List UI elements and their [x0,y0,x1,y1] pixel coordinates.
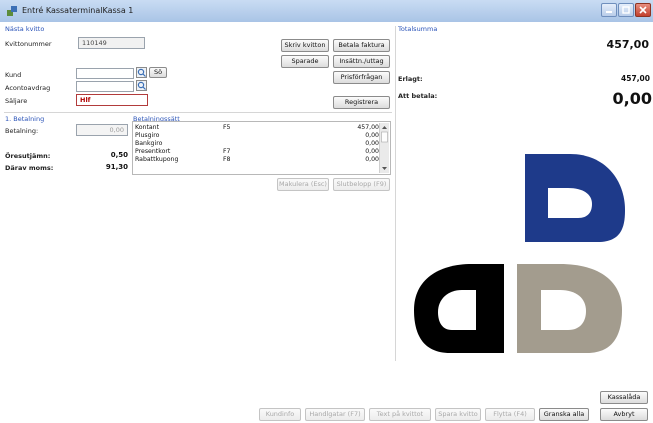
advance-lookup-button[interactable] [136,80,147,91]
advance-label: Acontoavdrag [5,84,51,92]
payment-field: 0,00 [76,124,128,136]
scrollbar[interactable] [379,123,389,173]
lookup-icon [137,68,146,77]
pay-invoice-button[interactable]: Betala faktura [333,39,390,52]
vat-value: 91,30 [105,163,128,171]
register-button[interactable]: Registrera [333,96,390,109]
advance-field[interactable] [76,81,134,92]
cash-drawer-button[interactable]: Kassalåda [600,391,648,404]
transactions-button[interactable]: Handlgatar (F7) [305,408,365,421]
company-logo [400,150,628,368]
cash-in-out-button[interactable]: Insättn./uttag [333,55,390,68]
rounding-label: Öresutjämn: [5,152,51,160]
minimize-icon [606,11,612,13]
payment-section-label: 1. Betalning [5,115,45,123]
close-button[interactable] [635,3,651,17]
receipt-section-label: Nästa kvitto [5,25,45,33]
review-all-button[interactable]: Granska alla [539,408,589,421]
rounding-value: 0,50 [110,151,128,159]
scroll-arrows-icon [381,126,388,170]
horizontal-divider [4,112,392,113]
vat-label: Därav moms: [5,164,54,172]
move-button[interactable]: Flytta (F4) [485,408,535,421]
list-item[interactable]: Bankgiro 0,00 [135,140,379,148]
receipt-text-button[interactable]: Text på kvittot [369,408,431,421]
payment-methods-table[interactable]: Kontant F5 457,00 Plusgiro 0,00 Bankgiro 0,0… [132,121,391,175]
minimize-button[interactable] [601,3,617,17]
title-bar: Entré KassaterminalKassa 1 [0,0,653,23]
cancel-all-button[interactable]: Avbryt [600,408,648,421]
list-item[interactable]: Presentkort F7 0,00 [135,148,379,156]
customer-lookup-button[interactable] [136,67,147,78]
paid-label: Erlagt: [398,75,423,83]
receipt-number-label: Kvittonummer [5,40,52,48]
receipt-number-field: 110149 [78,37,145,49]
customer-label: Kund [5,71,22,79]
window-title: Entré KassaterminalKassa 1 [22,6,134,15]
total-value: 457,00 [606,38,649,51]
list-item[interactable]: Plusgiro 0,00 [135,132,379,140]
paid-value: 457,00 [621,74,650,83]
search-button[interactable]: Sö [149,67,167,78]
save-receipt-button[interactable]: Spara kvitto [435,408,481,421]
lookup-icon [137,81,146,90]
to-pay-value: 0,00 [612,89,652,108]
close-icon [639,6,647,14]
list-item[interactable]: Rabattkupong F8 0,00 [135,156,379,164]
list-item[interactable]: Kontant F5 457,00 [135,124,379,132]
maximize-button[interactable] [618,3,634,17]
maximize-icon [622,6,630,14]
cancel-button[interactable]: Makulera (Esc) [277,178,329,191]
seller-label: Säljare [5,97,28,105]
seller-field[interactable]: Hlf [76,94,148,106]
vertical-divider [395,26,396,361]
total-section-label: Totalsumma [398,25,438,33]
customer-field[interactable] [76,68,134,79]
save-button[interactable]: Sparade [281,55,329,68]
price-inquiry-button[interactable]: Prisförfrågan [333,71,390,84]
app-icon [7,6,17,16]
print-receipt-button[interactable]: Skriv kvitton [281,39,329,52]
to-pay-label: Att betala: [398,92,438,100]
subtotal-button[interactable]: Slutbelopp (F9) [333,178,390,191]
payment-label: Betalning: [5,127,39,135]
customer-info-button[interactable]: Kundinfo [259,408,301,421]
